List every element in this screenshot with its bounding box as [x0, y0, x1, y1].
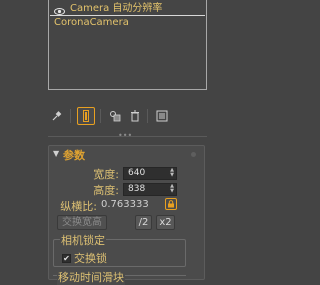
modifier-active-icon[interactable] — [77, 107, 95, 125]
stack-toolbar — [48, 107, 178, 125]
swap-lock-row[interactable]: ✔ 交换锁 — [62, 250, 107, 266]
height-spinner[interactable]: 838 ▲ ▼ — [123, 183, 177, 196]
rollout-title: 参数 — [63, 149, 85, 162]
toolbar-separator — [100, 109, 101, 123]
width-value: 640 — [128, 168, 146, 178]
parameters-rollout: ▼ 参数 宽度: 640 ▲ ▼ 高度: 838 ▲ ▼ 纵横比: 0.763333… — [48, 145, 205, 285]
toolbar-separator — [70, 109, 71, 123]
spinner-arrows-icon[interactable]: ▲ ▼ — [170, 168, 174, 178]
make-unique-icon[interactable] — [106, 107, 124, 125]
spinner-arrows-icon[interactable]: ▲ ▼ — [170, 184, 174, 194]
toolbar-separator — [147, 109, 148, 123]
modifier-stack-list[interactable]: Camera 自动分辨率 CoronaCamera — [48, 0, 207, 90]
width-spinner[interactable]: 640 ▲ ▼ — [123, 167, 177, 180]
height-label: 高度: — [93, 184, 119, 197]
delete-icon[interactable] — [126, 107, 144, 125]
swap-lock-checkbox[interactable]: ✔ — [62, 253, 71, 263]
swap-lock-label: 交换锁 — [74, 252, 107, 265]
time-slider-group-title: 移动时间滑块 — [57, 269, 125, 285]
half-button[interactable]: /2 — [135, 215, 152, 230]
aspect-ratio-label: 纵横比: — [60, 200, 97, 213]
rollout-header[interactable]: ▼ 参数 — [49, 146, 204, 162]
lock-ratio-button[interactable] — [165, 198, 177, 210]
list-item-camera-auto-resolution[interactable]: Camera 自动分辨率 — [50, 2, 205, 15]
list-item-label: CoronaCamera — [54, 17, 129, 28]
rollout-handle-icon[interactable] — [191, 152, 196, 157]
aspect-ratio-value: 0.763333 — [101, 199, 149, 210]
height-value: 838 — [128, 184, 146, 194]
swap-width-height-button[interactable]: 交换宽高 — [57, 215, 107, 230]
list-item-label: Camera 自动分辨率 — [70, 3, 163, 14]
width-label: 宽度: — [93, 168, 119, 181]
lock-icon — [168, 200, 174, 208]
camera-lock-title: 相机锁定 — [60, 232, 106, 248]
panel-splitter[interactable]: ••• — [48, 132, 207, 143]
list-item-corona-camera[interactable]: CoronaCamera — [50, 16, 205, 29]
pin-icon[interactable] — [48, 107, 66, 125]
configure-sets-icon[interactable] — [153, 107, 171, 125]
double-button[interactable]: x2 — [156, 215, 175, 230]
splitter-grip-icon[interactable]: ••• — [118, 132, 132, 140]
collapse-arrow-icon[interactable]: ▼ — [53, 149, 59, 158]
